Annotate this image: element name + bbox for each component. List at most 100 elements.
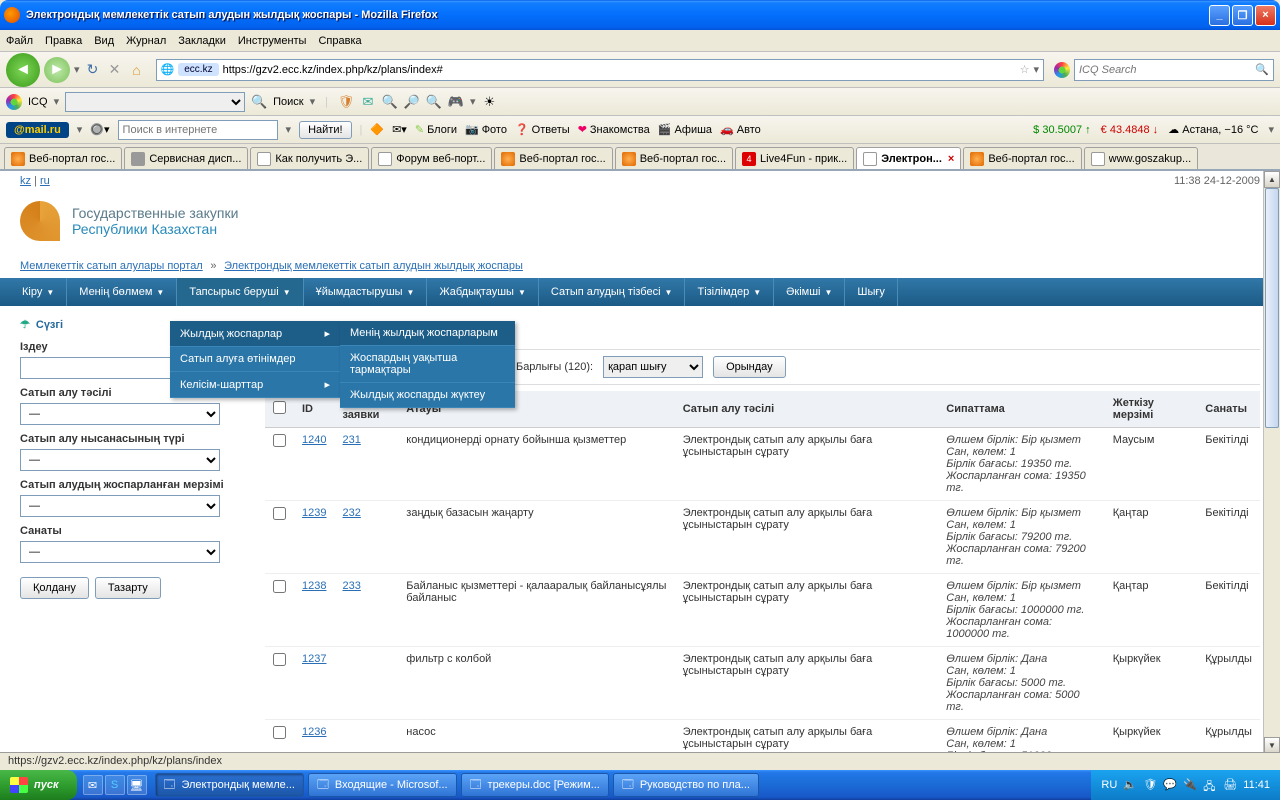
menu-history[interactable]: Журнал <box>126 35 166 47</box>
tray-icon-5[interactable]: 🖧 <box>1203 778 1217 792</box>
icq-shield-icon[interactable]: 🛡 <box>338 94 354 110</box>
mailru-mail-icon[interactable]: ✉▾ <box>392 123 407 136</box>
main-nav-item[interactable]: Әкімші▼ <box>774 278 845 306</box>
mailru-search-engine-icon[interactable]: 🔘▾ <box>90 123 109 136</box>
mailru-search-input[interactable] <box>118 120 278 140</box>
filter-category-select[interactable]: — <box>20 541 220 563</box>
filter-period-select[interactable]: — <box>20 495 220 517</box>
main-nav-item[interactable]: Ұйымдастырушы▼ <box>304 278 428 306</box>
row-app-link[interactable]: 231 <box>342 434 360 446</box>
star-icon[interactable]: ☆ <box>1020 63 1030 76</box>
select-all-checkbox[interactable] <box>273 401 286 414</box>
filter-reset-button[interactable]: Тазарту <box>95 577 161 599</box>
scroll-up-arrow[interactable]: ▲ <box>1264 171 1280 188</box>
icq-search-icon[interactable]: 🔍 <box>251 94 267 110</box>
col-desc[interactable]: Сипаттама <box>938 391 1105 428</box>
row-id-link[interactable]: 1237 <box>302 653 326 665</box>
browser-tab[interactable]: 4Live4Fun - прик... <box>735 147 854 169</box>
tray-icon-6[interactable]: 🖨 <box>1223 778 1237 792</box>
submenu-item[interactable]: Келісім-шарттар▸ <box>170 372 340 398</box>
main-nav-item[interactable]: Тізілімдер▼ <box>685 278 774 306</box>
main-nav-item[interactable]: Тапсырыс беруші▼ <box>177 278 303 306</box>
ql-mail-icon[interactable]: ✉ <box>83 775 103 795</box>
icq-mail-icon[interactable]: ✉ <box>360 94 376 110</box>
mailru-find-button[interactable]: Найти! <box>299 121 351 139</box>
row-app-link[interactable]: 232 <box>342 507 360 519</box>
row-checkbox[interactable] <box>273 653 286 666</box>
menu-file[interactable]: Файл <box>6 35 33 47</box>
stop-icon[interactable]: ✕ <box>106 61 124 79</box>
main-nav-item[interactable]: Сатып алудың тізбесі▼ <box>539 278 686 306</box>
browser-tab[interactable]: Сервисная дисп... <box>124 147 248 169</box>
browser-tab[interactable]: www.goszakup... <box>1084 147 1199 169</box>
col-period[interactable]: Жеткізу мерзімі <box>1105 391 1198 428</box>
window-close-button[interactable]: × <box>1255 5 1276 26</box>
mailru-auto[interactable]: 🚗Авто <box>720 123 761 136</box>
submenu-item[interactable]: Жылдық жоспарлар▸ <box>170 321 340 347</box>
breadcrumb-current[interactable]: Электрондық мемлекеттік сатып алудын жыл… <box>224 260 523 272</box>
icq-games-icon[interactable]: 🎮 <box>448 94 464 110</box>
col-cat[interactable]: Санаты <box>1197 391 1260 428</box>
site-identity-icon[interactable]: 🌐 <box>161 63 175 76</box>
back-button[interactable]: ◄ <box>6 53 40 87</box>
reload-icon[interactable]: ↻ <box>84 61 102 79</box>
row-checkbox[interactable] <box>273 434 286 447</box>
icq-zoomout-icon[interactable]: 🔍 <box>382 94 398 110</box>
mailru-shield-icon[interactable]: 🔶 <box>370 123 384 136</box>
taskbar-app-button[interactable]: 🗔Входящие - Microsof... <box>308 773 457 797</box>
row-checkbox[interactable] <box>273 726 286 739</box>
mailru-dating[interactable]: ❤Знакомства <box>578 123 650 136</box>
menu-help[interactable]: Справка <box>318 35 361 47</box>
taskbar-app-button[interactable]: 🗔Руководство по пла... <box>613 773 759 797</box>
window-minimize-button[interactable]: _ <box>1209 5 1230 26</box>
browser-tab[interactable]: Форум веб-порт... <box>371 147 492 169</box>
submenu-item[interactable]: Сатып алуға өтінімдер <box>170 347 340 372</box>
vertical-scrollbar[interactable]: ▲ ▼ <box>1263 171 1280 754</box>
filter-subject-select[interactable]: — <box>20 449 220 471</box>
url-input[interactable] <box>223 64 1016 76</box>
mailru-logo[interactable]: @mail.ru <box>6 122 69 138</box>
search-box[interactable]: 🔍 <box>1074 59 1274 81</box>
bulk-action-select-2[interactable]: қарап шығу <box>603 356 703 378</box>
start-button[interactable]: пуск <box>0 770 77 800</box>
tray-lang[interactable]: RU <box>1101 779 1117 791</box>
row-id-link[interactable]: 1239 <box>302 507 326 519</box>
taskbar-app-button[interactable]: 🗔трекеры.doc [Режим... <box>461 773 609 797</box>
browser-tab[interactable]: Веб-портал гос... <box>494 147 612 169</box>
lang-kz[interactable]: kz <box>20 175 31 187</box>
mailru-blogs[interactable]: ✎Блоги <box>415 123 457 136</box>
mailru-answers[interactable]: ❓Ответы <box>515 123 570 136</box>
tray-icon-2[interactable]: 🛡 <box>1143 778 1157 792</box>
breadcrumb-root[interactable]: Мемлекеттік сатып алулары портал <box>20 260 203 272</box>
main-nav-item[interactable]: Шығу <box>845 278 898 306</box>
search-input[interactable] <box>1079 64 1251 76</box>
browser-tab[interactable]: Электрон...× <box>856 147 961 169</box>
icq-zoomin-icon[interactable]: 🔎 <box>404 94 420 110</box>
icq-zoomreset-icon[interactable]: 🔍 <box>426 94 442 110</box>
forward-button[interactable]: ► <box>44 57 70 83</box>
icq-poisk-label[interactable]: Поиск <box>273 96 303 108</box>
submenu-item[interactable]: Менің жылдық жоспарларым <box>340 321 515 346</box>
row-checkbox[interactable] <box>273 507 286 520</box>
main-nav-item[interactable]: Кіру▼ <box>10 278 67 306</box>
tray-icon-4[interactable]: 🔌 <box>1183 778 1197 792</box>
mailru-photo[interactable]: 📷Фото <box>465 123 507 136</box>
close-tab-icon[interactable]: × <box>948 153 954 165</box>
browser-tab[interactable]: Веб-портал гос... <box>4 147 122 169</box>
filter-method-select[interactable]: — <box>20 403 220 425</box>
col-method[interactable]: Сатып алу тәсілі <box>675 391 939 428</box>
filter-apply-button[interactable]: Қолдану <box>20 577 89 599</box>
browser-tab[interactable]: Как получить Э... <box>250 147 369 169</box>
main-nav-item[interactable]: Жабдықтаушы▼ <box>427 278 538 306</box>
bulk-action-run-2[interactable]: Орындау <box>713 356 786 378</box>
tray-icon-3[interactable]: 💬 <box>1163 778 1177 792</box>
row-app-link[interactable]: 233 <box>342 580 360 592</box>
tray-clock[interactable]: 11:41 <box>1243 779 1270 791</box>
icq-weather-icon[interactable]: ☀ <box>482 94 498 110</box>
row-id-link[interactable]: 1238 <box>302 580 326 592</box>
menu-view[interactable]: Вид <box>94 35 114 47</box>
row-checkbox[interactable] <box>273 580 286 593</box>
tray-icon-1[interactable]: 🔈 <box>1123 778 1137 792</box>
search-icon[interactable]: 🔍 <box>1255 63 1269 76</box>
row-id-link[interactable]: 1240 <box>302 434 326 446</box>
